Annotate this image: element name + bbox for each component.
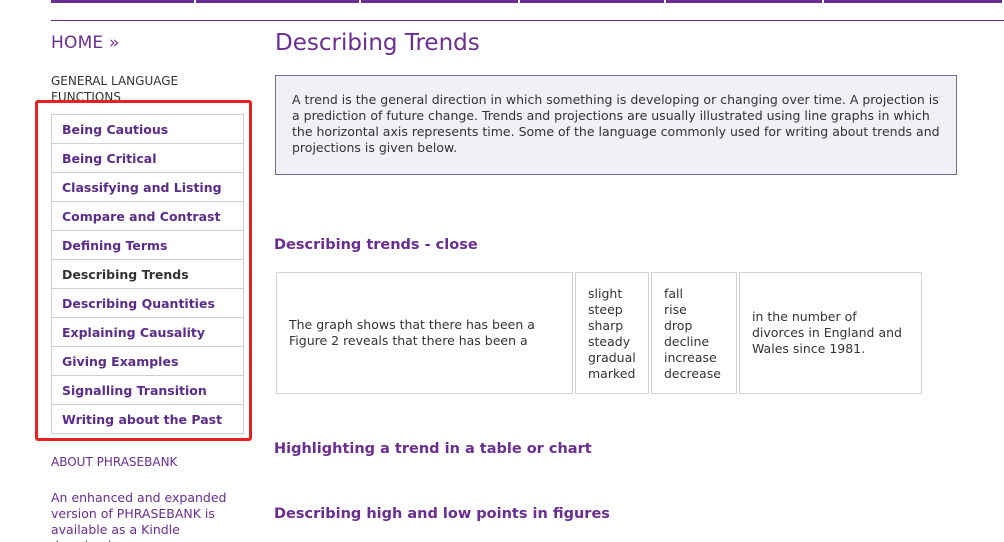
- adjective-word: marked: [588, 366, 636, 381]
- sidebar-item-signalling-transition[interactable]: Signalling Transition: [52, 376, 243, 405]
- sidebar-item-giving-examples[interactable]: Giving Examples: [52, 347, 243, 376]
- phrase-cell-adjectives: slight steep sharp steady gradual marked: [575, 272, 649, 394]
- noun-word: decrease: [664, 366, 721, 381]
- top-nav-tab[interactable]: [51, 0, 194, 3]
- top-nav-tab[interactable]: [195, 0, 360, 3]
- sidebar-item-classifying-and-listing[interactable]: Classifying and Listing: [52, 173, 243, 202]
- adjective-word: sharp: [588, 318, 624, 333]
- section-heading-highlighting-trend[interactable]: Highlighting a trend in a table or chart: [274, 441, 592, 457]
- top-nav-tab[interactable]: [361, 0, 519, 3]
- sidebar-item-describing-quantities[interactable]: Describing Quantities: [52, 289, 243, 318]
- top-nav-tab[interactable]: [520, 0, 664, 3]
- adjective-word: slight: [588, 286, 623, 301]
- page-title: Describing Trends: [275, 30, 480, 56]
- about-phrasebank-link[interactable]: ABOUT PHRASEBANK: [51, 455, 177, 469]
- sidebar-item-describing-trends[interactable]: Describing Trends: [52, 260, 243, 289]
- sidebar-item-defining-terms[interactable]: Defining Terms: [52, 231, 243, 260]
- sidebar-section-heading: GENERAL LANGUAGE FUNCTIONS: [51, 74, 179, 104]
- sidebar-item-label: Being Cautious: [62, 121, 169, 137]
- sidebar-item-label: Describing Trends: [62, 266, 189, 282]
- sidebar-item-compare-and-contrast[interactable]: Compare and Contrast: [52, 202, 243, 231]
- phrase-opener: The graph shows that there has been a: [289, 317, 535, 332]
- intro-text: A trend is the general direction in whic…: [292, 92, 940, 155]
- kindle-promo-link[interactable]: An enhanced and expanded version of PHRA…: [51, 490, 236, 542]
- phrase-opener: Figure 2 reveals that there has been a: [289, 333, 528, 348]
- sidebar-item-explaining-causality[interactable]: Explaining Causality: [52, 318, 243, 347]
- adjective-word: gradual: [588, 350, 636, 365]
- noun-word: increase: [664, 350, 717, 365]
- phrase-cell-nouns: fall rise drop decline increase decrease: [651, 272, 737, 394]
- section-heading-high-low-points[interactable]: Describing high and low points in figure…: [274, 506, 610, 522]
- sidebar-item-label: Classifying and Listing: [62, 179, 222, 195]
- noun-word: rise: [664, 302, 687, 317]
- intro-box: A trend is the general direction in whic…: [275, 75, 957, 175]
- phrase-cell-ending: in the number of divorces in England and…: [739, 272, 922, 394]
- header-divider: [51, 20, 1004, 21]
- sidebar-item-label: Explaining Causality: [62, 324, 206, 340]
- phrase-table: The graph shows that there has been a Fi…: [276, 272, 924, 394]
- section-heading-describing-trends-close[interactable]: Describing trends - close: [274, 237, 478, 253]
- sidebar-item-being-cautious[interactable]: Being Cautious: [52, 115, 243, 144]
- sidebar-item-label: Describing Quantities: [62, 295, 215, 311]
- top-nav-strip: [51, 0, 1004, 3]
- top-nav-tab[interactable]: [665, 0, 823, 3]
- adjective-word: steep: [588, 302, 623, 317]
- sidebar-item-label: Compare and Contrast: [62, 208, 221, 224]
- sidebar-item-being-critical[interactable]: Being Critical: [52, 144, 243, 173]
- sidebar-item-label: Giving Examples: [62, 353, 179, 369]
- phrase-cell-openers: The graph shows that there has been a Fi…: [276, 272, 573, 394]
- noun-word: drop: [664, 318, 693, 333]
- adjective-word: steady: [588, 334, 631, 349]
- home-link[interactable]: HOME »: [51, 33, 120, 53]
- sidebar-item-label: Being Critical: [62, 150, 157, 166]
- sidebar-nav: Being Cautious Being Critical Classifyin…: [51, 114, 244, 434]
- sidebar-item-label: Writing about the Past: [62, 411, 223, 427]
- sidebar-item-label: Signalling Transition: [62, 382, 207, 398]
- sidebar-item-writing-about-the-past[interactable]: Writing about the Past: [52, 405, 243, 433]
- top-nav-tab[interactable]: [824, 0, 1003, 3]
- sidebar-item-label: Defining Terms: [62, 237, 168, 253]
- noun-word: fall: [664, 286, 684, 301]
- phrase-ending: in the number of divorces in England and…: [752, 309, 902, 356]
- noun-word: decline: [664, 334, 710, 349]
